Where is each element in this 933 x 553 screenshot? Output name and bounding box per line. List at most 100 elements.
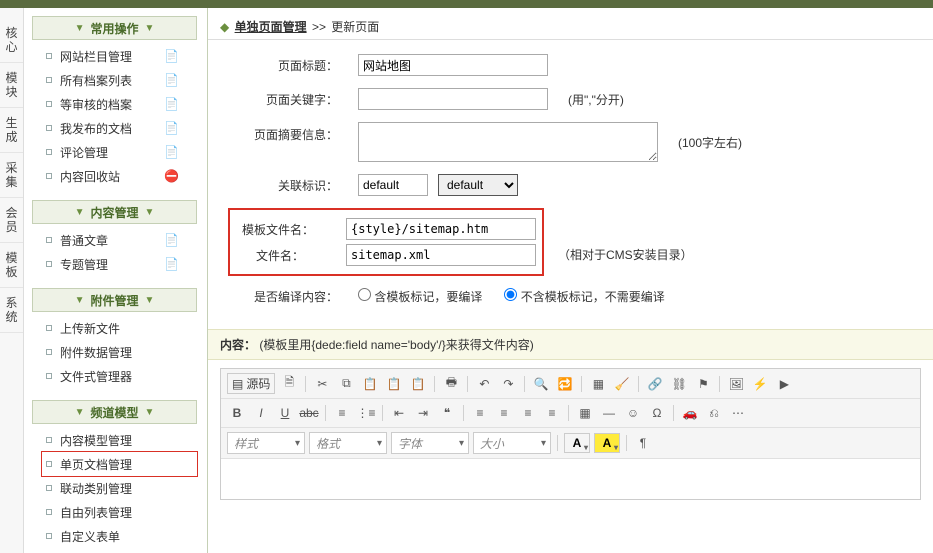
sidebar-item[interactable]: 上传新文件: [42, 316, 197, 340]
pagebreak-icon[interactable]: ⎌: [704, 403, 724, 423]
sidebar-item[interactable]: 文件式管理器: [42, 364, 197, 388]
vtab-member[interactable]: 会员: [0, 198, 23, 243]
strike-icon[interactable]: abc: [299, 403, 319, 423]
specialchar-icon[interactable]: Ω: [647, 403, 667, 423]
copy-icon[interactable]: ⧉: [336, 374, 356, 394]
main-content: ◆ 单独页面管理 >> 更新页面 页面标题： 页面关键字： (用","分开) 页…: [208, 8, 933, 553]
relate-select[interactable]: default: [438, 174, 518, 196]
sidebar-item[interactable]: 内容模型管理: [42, 428, 197, 452]
preview-icon[interactable]: 🗎: [279, 374, 299, 394]
bold-icon[interactable]: B: [227, 403, 247, 423]
compile-option-2[interactable]: 不含模板标记，不需要编译: [504, 288, 664, 305]
sidebar-item[interactable]: 普通文章📄: [42, 228, 197, 252]
row-files: 模板文件名： 文件名： （相对于CMS安装目录）: [228, 208, 913, 276]
filename-input[interactable]: [346, 244, 536, 266]
sidebar-item[interactable]: 自由列表管理: [42, 500, 197, 524]
paste-icon[interactable]: 📋: [360, 374, 380, 394]
more-icon[interactable]: ⋯: [728, 403, 748, 423]
table-icon[interactable]: ▦: [575, 403, 595, 423]
underline-icon[interactable]: U: [275, 403, 295, 423]
aligncenter-icon[interactable]: ≡: [494, 403, 514, 423]
format-select[interactable]: 格式: [309, 432, 387, 454]
italic-icon[interactable]: I: [251, 403, 271, 423]
flash-icon[interactable]: ⚡: [750, 374, 770, 394]
chevron-down-icon: ▼: [75, 295, 85, 306]
vtab-template[interactable]: 模板: [0, 243, 23, 288]
keywords-input[interactable]: [358, 88, 548, 110]
sidebar-item[interactable]: 等审核的档案📄: [42, 92, 197, 116]
numlist-icon[interactable]: ≡: [332, 403, 352, 423]
doc-icon: 📄: [164, 145, 179, 159]
print-icon[interactable]: 🖶: [441, 374, 461, 394]
textcolor-button[interactable]: A: [564, 433, 590, 453]
doc-icon: 📄: [164, 257, 179, 271]
sidebar-item[interactable]: 所有档案列表📄: [42, 68, 197, 92]
replace-icon[interactable]: 🔁: [555, 374, 575, 394]
doc-icon: 📄: [164, 121, 179, 135]
sidebar-item[interactable]: 评论管理📄: [42, 140, 197, 164]
size-select[interactable]: 大小: [473, 432, 551, 454]
sidebar-item[interactable]: 网站栏目管理📄: [42, 44, 197, 68]
alignleft-icon[interactable]: ≡: [470, 403, 490, 423]
bgcolor-button[interactable]: A: [594, 433, 620, 453]
chevron-down-icon: ▼: [75, 23, 85, 34]
hr-icon[interactable]: —: [599, 403, 619, 423]
quote-icon[interactable]: ❝: [437, 403, 457, 423]
bullist-icon[interactable]: ⋮≡: [356, 403, 376, 423]
vtab-generate[interactable]: 生成: [0, 108, 23, 153]
panel-head[interactable]: ▼常用操作▼: [32, 16, 197, 40]
paragraph-icon[interactable]: ¶: [633, 433, 653, 453]
outdent-icon[interactable]: ⇤: [389, 403, 409, 423]
undo-icon[interactable]: ↶: [474, 374, 494, 394]
style-select[interactable]: 样式: [227, 432, 305, 454]
editor-body[interactable]: [221, 459, 920, 499]
sidebar-item[interactable]: 自定义表单: [42, 524, 197, 548]
panel-head[interactable]: ▼内容管理▼: [32, 200, 197, 224]
smiley-icon[interactable]: ☺: [623, 403, 643, 423]
vtab-collect[interactable]: 采集: [0, 153, 23, 198]
bullet-icon: [46, 53, 52, 59]
vtab-system[interactable]: 系统: [0, 288, 23, 333]
alignright-icon[interactable]: ≡: [518, 403, 538, 423]
sidebar-item[interactable]: 专题管理📄: [42, 252, 197, 276]
bullet-icon: [46, 101, 52, 107]
sidebar-item[interactable]: 联动类别管理: [42, 476, 197, 500]
removefmt-icon[interactable]: 🧹: [612, 374, 632, 394]
indent-icon[interactable]: ⇥: [413, 403, 433, 423]
content-hint-bar: 内容： (模板里用{dede:field name='body'/}来获得文件内…: [208, 329, 933, 360]
media-icon[interactable]: ▶: [774, 374, 794, 394]
selectall-icon[interactable]: ▦: [588, 374, 608, 394]
sidebar-item[interactable]: 内容回收站⛔: [42, 164, 197, 188]
page-title-input[interactable]: [358, 54, 548, 76]
unlink-icon[interactable]: ⛓: [669, 374, 689, 394]
image-icon[interactable]: 🖼: [726, 374, 746, 394]
sidebar-item[interactable]: 单页文档管理: [42, 452, 197, 476]
vtab-core[interactable]: 核心: [0, 18, 23, 63]
panel-head[interactable]: ▼附件管理▼: [32, 288, 197, 312]
redo-icon[interactable]: ↷: [498, 374, 518, 394]
paste-text-icon[interactable]: 📋: [384, 374, 404, 394]
breadcrumb-link[interactable]: 单独页面管理: [235, 20, 307, 34]
chevron-down-icon: ▼: [145, 407, 155, 418]
link-icon[interactable]: 🔗: [645, 374, 665, 394]
relate-input[interactable]: [358, 174, 428, 196]
cut-icon[interactable]: ✂: [312, 374, 332, 394]
vtab-module[interactable]: 模块: [0, 63, 23, 108]
paste-word-icon[interactable]: 📋: [408, 374, 428, 394]
doc-icon: 📄: [164, 73, 179, 87]
anchor-icon[interactable]: ⚑: [693, 374, 713, 394]
sidebar-item[interactable]: 我发布的文档📄: [42, 116, 197, 140]
panel-head[interactable]: ▼频道模型▼: [32, 400, 197, 424]
compile-option-1[interactable]: 含模板标记，要编译: [358, 288, 482, 305]
row-relate: 关联标识： default: [228, 174, 913, 196]
source-button[interactable]: ▤ 源码: [227, 373, 275, 394]
car-icon[interactable]: 🚗: [680, 403, 700, 423]
alignfull-icon[interactable]: ≡: [542, 403, 562, 423]
summary-textarea[interactable]: [358, 122, 658, 162]
font-select[interactable]: 字体: [391, 432, 469, 454]
bullet-icon: [46, 373, 52, 379]
template-file-input[interactable]: [346, 218, 536, 240]
chevron-down-icon: ▼: [145, 295, 155, 306]
sidebar-item[interactable]: 附件数据管理: [42, 340, 197, 364]
find-icon[interactable]: 🔍: [531, 374, 551, 394]
